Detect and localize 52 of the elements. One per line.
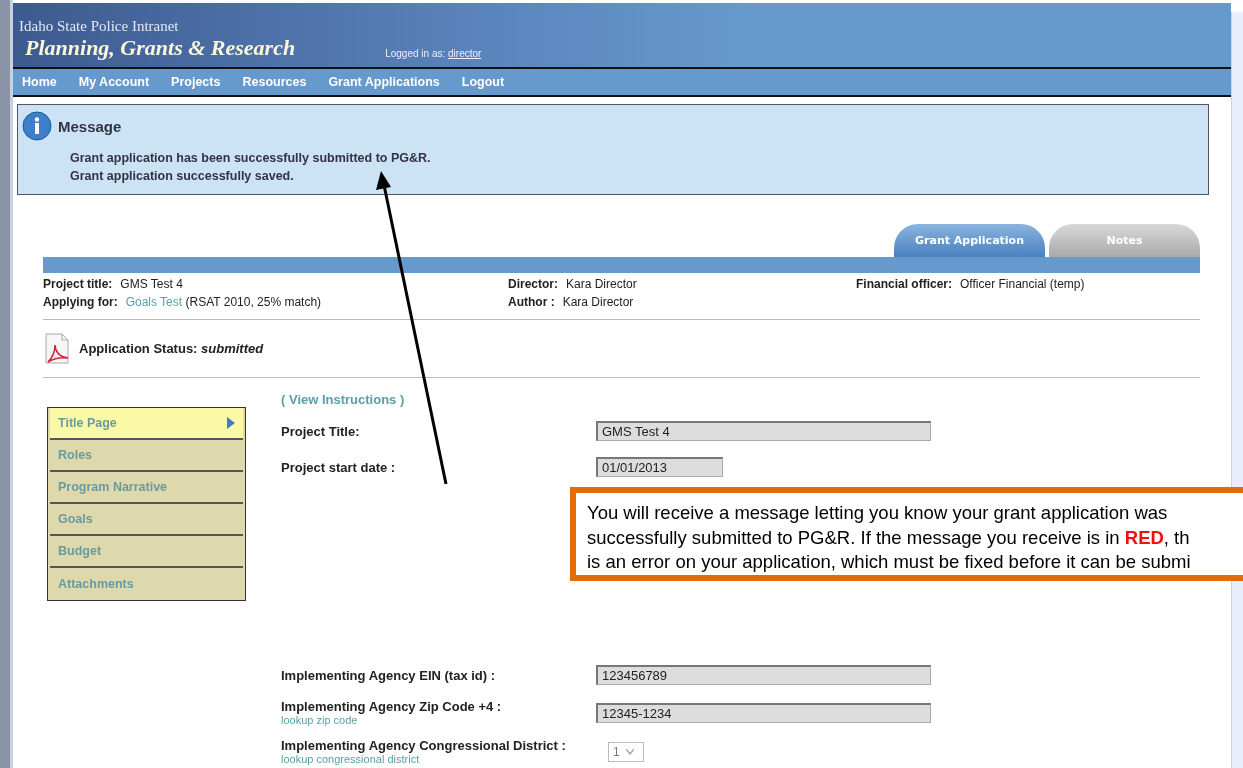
- lookup-link[interactable]: lookup zip code: [281, 714, 596, 726]
- info-label: Applying for:: [43, 295, 118, 309]
- nav-link[interactable]: My Account: [78, 75, 150, 89]
- section-item[interactable]: Program Narrative: [50, 472, 243, 504]
- section-item[interactable]: Goals: [50, 504, 243, 536]
- info-value: Kara Director: [566, 277, 637, 291]
- info-label: Author :: [508, 295, 555, 309]
- section-item[interactable]: Title Page: [50, 408, 243, 440]
- nav-link[interactable]: Logout: [461, 75, 505, 89]
- nav-link[interactable]: Resources: [242, 75, 307, 89]
- field-label: Project start date :: [281, 459, 396, 475]
- text-field[interactable]: GMS Test 4: [596, 421, 931, 441]
- callout-text: is an error on your application, which must be fixed before it can be submi: [587, 550, 1192, 574]
- text-field[interactable]: 123456789: [596, 665, 931, 685]
- field-label: Project Title:: [281, 423, 360, 439]
- pdf-icon[interactable]: [43, 332, 71, 365]
- info-icon: [22, 111, 52, 141]
- section-item[interactable]: Attachments: [50, 568, 243, 600]
- info-value: Officer Financial (temp): [960, 277, 1085, 291]
- info-value: (RSAT 2010, 25% match): [185, 295, 322, 309]
- instructions-link[interactable]: ( View Instructions ): [281, 392, 405, 407]
- section-item[interactable]: Budget: [50, 536, 243, 568]
- field-label: Implementing Agency EIN (tax id) :: [281, 667, 496, 683]
- site-subtitle: Idaho State Police Intranet: [19, 18, 180, 35]
- message-title: Message: [58, 117, 122, 135]
- triangle-icon: [227, 417, 235, 429]
- callout-text: You will receive a message letting you know your grant application was: [587, 501, 1169, 525]
- info-label: Director:: [508, 277, 558, 291]
- text-field[interactable]: 12345-1234: [596, 702, 931, 723]
- tab[interactable]: Notes: [1049, 224, 1200, 257]
- callout-text: successfully submitted to PG&R. If the message you receive is in RED, th: [587, 525, 1191, 550]
- message-text: Grant application has been successfully submitted to PG&R.: [70, 151, 432, 165]
- user-link[interactable]: director: [448, 48, 482, 59]
- info-label: Financial officer:: [856, 277, 953, 291]
- tab[interactable]: Grant Application: [894, 224, 1045, 257]
- message-text: Grant application successfully saved.: [70, 169, 295, 183]
- nav-link[interactable]: Projects: [171, 75, 221, 89]
- text-field[interactable]: 01/01/2013: [596, 457, 723, 477]
- dropdown-icon: [625, 748, 634, 755]
- site-title: Planning, Grants & Research: [25, 35, 296, 61]
- field-label: Implementing Agency Congressional District :: [281, 738, 566, 753]
- info-value: GMS Test 4: [120, 277, 183, 291]
- field-label: Implementing Agency Zip Code +4 :: [281, 699, 502, 714]
- status-label: Application Status:: [79, 341, 198, 356]
- program-link[interactable]: Goals Test: [125, 295, 183, 309]
- section-item[interactable]: Roles: [50, 440, 243, 472]
- nav-link[interactable]: Home: [22, 75, 57, 89]
- nav-link[interactable]: Grant Applications: [328, 75, 440, 89]
- info-value: Kara Director: [562, 295, 634, 309]
- status-value: submitted: [201, 341, 264, 356]
- logged-in-label: Logged in as:: [385, 48, 446, 59]
- info-label: Project title:: [43, 277, 113, 291]
